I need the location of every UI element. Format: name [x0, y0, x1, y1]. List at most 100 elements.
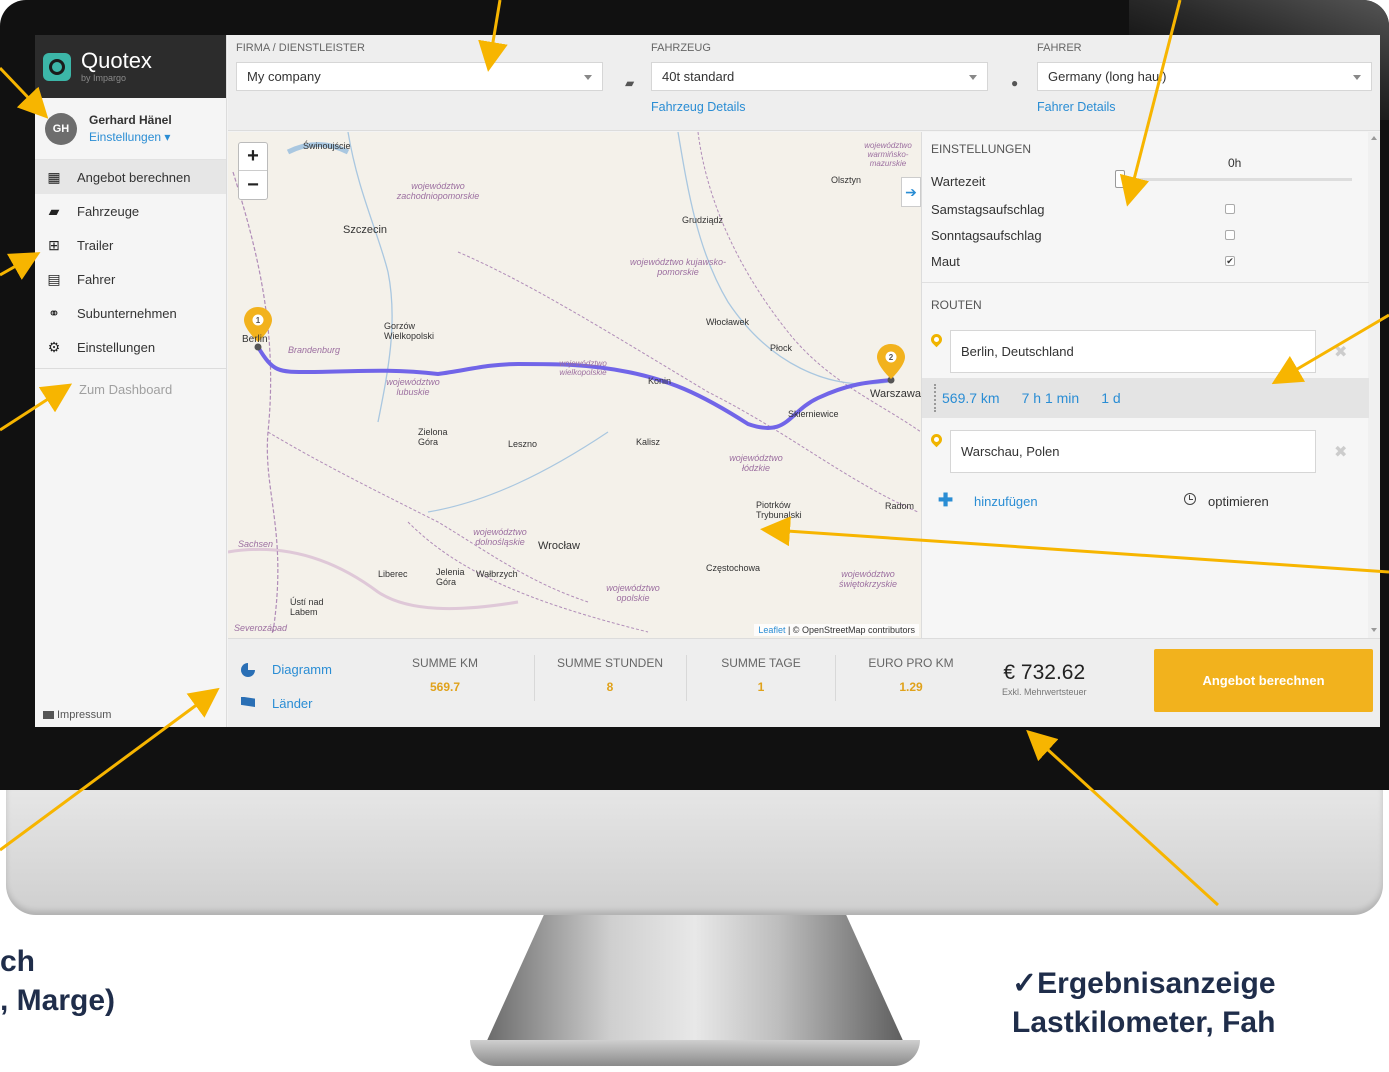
chevron-down-icon — [584, 75, 592, 80]
monitor-stand — [485, 915, 905, 1045]
diagram-label: Diagramm — [272, 662, 332, 677]
stat-value: 569.7 — [429, 680, 461, 694]
stat-euro-per-km: EURO PRO KM 1.29 — [836, 656, 986, 694]
osm-attribution[interactable]: | © OpenStreetMap contributors — [788, 625, 915, 635]
brand-sub: by Impargo — [81, 73, 127, 83]
countries-label: Länder — [272, 696, 313, 711]
leg-distance: 569.7 km — [942, 390, 1000, 406]
stat-label: SUMME KM — [412, 656, 478, 670]
total-note: Exkl. Mehrwertsteuer — [1002, 687, 1087, 697]
optimize-link[interactable]: optimieren — [1208, 494, 1269, 509]
plus-icon[interactable]: ✚ — [938, 490, 953, 511]
user-name: Gerhard Hänel — [89, 113, 172, 127]
location-pin-icon — [931, 434, 942, 448]
wait-slider-track[interactable] — [1122, 178, 1352, 181]
clock-icon — [1184, 493, 1196, 505]
region-label: województwo warmińsko-mazurskie — [864, 141, 912, 168]
nav-item-subunternehmen[interactable]: ⚭ Subunternehmen — [35, 296, 226, 330]
routes-title: ROUTEN — [931, 298, 982, 312]
panel-toggle-arrow-icon[interactable]: ➔ — [901, 177, 921, 207]
brand-name: Quotex — [81, 48, 152, 73]
route-map[interactable]: 1 2 Świnoujście Szczecin Gorzów Wielkopo… — [228, 132, 921, 638]
city-label: Olsztyn — [831, 175, 862, 185]
sidebar: Quotex by Impargo GH Gerhard Hänel Einst… — [35, 35, 227, 727]
city-label: Gorzów Wielkopolski — [384, 321, 435, 341]
city-label: Grudziądz — [682, 215, 724, 225]
region-label: województwo opolskie — [606, 583, 660, 603]
caption-left-line1: ch — [0, 945, 36, 978]
stat-label: SUMME STUNDEN — [556, 656, 663, 670]
zoom-control: + − — [238, 142, 268, 200]
marker-end-label: 2 — [889, 353, 894, 362]
user-block: GH Gerhard Hänel Einstellungen ▾ — [35, 98, 226, 160]
company-value: My company — [247, 69, 321, 84]
route-leg-stats: 569.7 km 7 h 1 min 1 d — [922, 378, 1369, 418]
nav-item-fahrzeuge[interactable]: ▰ Fahrzeuge — [35, 194, 226, 228]
add-stop-link[interactable]: hinzufügen — [974, 494, 1038, 509]
dashboard-link[interactable]: Zum Dashboard — [35, 369, 226, 409]
vehicle-details-link[interactable]: Fahrzeug Details — [651, 100, 988, 114]
zoom-in-button[interactable]: + — [239, 143, 267, 171]
city-label: Radom — [885, 501, 915, 511]
city-label: Severozápad — [234, 623, 288, 633]
wait-slider-handle[interactable] — [1115, 170, 1125, 188]
city-label: Częstochowa — [706, 563, 761, 573]
sunday-checkbox[interactable] — [1225, 230, 1235, 240]
remove-destination-icon[interactable]: ✖ — [1334, 442, 1347, 462]
user-settings-dropdown[interactable]: Einstellungen ▾ — [89, 130, 172, 144]
nav-label: Trailer — [77, 237, 114, 253]
chevron-down-icon — [1353, 75, 1361, 80]
route-origin-input[interactable]: Berlin, Deutschland — [950, 330, 1316, 373]
driver-details-link[interactable]: Fahrer Details — [1037, 100, 1372, 114]
city-label: Jelenia Góra — [436, 567, 465, 587]
truck-icon: ▰ — [625, 76, 635, 90]
id-card-icon: ▤ — [47, 270, 61, 287]
region-label: województwo świętokrzyskie — [838, 569, 897, 589]
marker-start-label: 1 — [256, 316, 261, 325]
saturday-checkbox[interactable] — [1225, 204, 1235, 214]
nav-item-trailer[interactable]: ⊞ Trailer — [35, 228, 226, 262]
leg-duration: 7 h 1 min — [1021, 390, 1080, 406]
nav-item-fahrer[interactable]: ▤ Fahrer — [35, 262, 226, 296]
brand[interactable]: Quotex by Impargo — [35, 35, 226, 98]
caption-left: ch , Marge) — [0, 942, 115, 1020]
flag-icon — [241, 696, 255, 707]
user-icon: ● — [1011, 76, 1019, 90]
vehicle-select[interactable]: 40t standard — [651, 62, 988, 91]
route-destination-input[interactable]: Warschau, Polen — [950, 430, 1316, 473]
region-label: województwo dolnośląskie — [473, 527, 527, 547]
avatar: GH — [45, 112, 77, 145]
pie-chart-icon — [241, 662, 255, 677]
remove-origin-icon[interactable]: ✖ — [1334, 342, 1347, 362]
nav-label: Fahrzeuge — [77, 203, 140, 219]
city-label: Skierniewice — [788, 409, 839, 419]
city-label: Ústí nad Labem — [290, 597, 324, 617]
envelope-icon — [43, 711, 54, 720]
vehicle-label: FAHRZEUG — [651, 42, 711, 54]
gears-icon: ⚙ — [47, 338, 61, 355]
monitor-foot — [470, 1040, 920, 1066]
caption-right: ✓Ergebnisanzeige Lastkilometer, Fah — [1012, 964, 1276, 1042]
caption-right-line1: ✓Ergebnisanzeige — [1012, 967, 1276, 1000]
company-select[interactable]: My company — [236, 62, 603, 91]
panel-scrollbar[interactable] — [1368, 132, 1380, 638]
map-attribution: Leaflet | © OpenStreetMap contributors — [754, 624, 919, 636]
city-label: Leszno — [508, 439, 538, 449]
countries-link[interactable]: Länder — [241, 696, 312, 711]
nav-item-angebot-berechnen[interactable]: ▦ Angebot berechnen — [35, 160, 226, 194]
diagram-link[interactable]: Diagramm — [241, 662, 332, 677]
calculate-offer-button[interactable]: Angebot berechnen — [1154, 649, 1373, 712]
city-label: Wałbrzych — [476, 569, 518, 579]
impressum-link[interactable]: Impressum — [43, 709, 111, 721]
nav-item-einstellungen[interactable]: ⚙ Einstellungen — [35, 330, 226, 364]
location-pin-icon — [931, 334, 942, 348]
driver-select[interactable]: Germany (long haul) — [1037, 62, 1372, 91]
leaflet-link[interactable]: Leaflet — [758, 625, 785, 635]
toll-label: Maut — [931, 254, 960, 269]
stat-value: 1 — [757, 680, 765, 694]
stat-label: EURO PRO KM — [868, 656, 954, 670]
toll-checkbox[interactable]: ✔ — [1225, 256, 1235, 266]
city-label: Szczecin — [343, 224, 388, 236]
zoom-out-button[interactable]: − — [239, 171, 267, 199]
stat-value: 1.29 — [899, 680, 923, 694]
